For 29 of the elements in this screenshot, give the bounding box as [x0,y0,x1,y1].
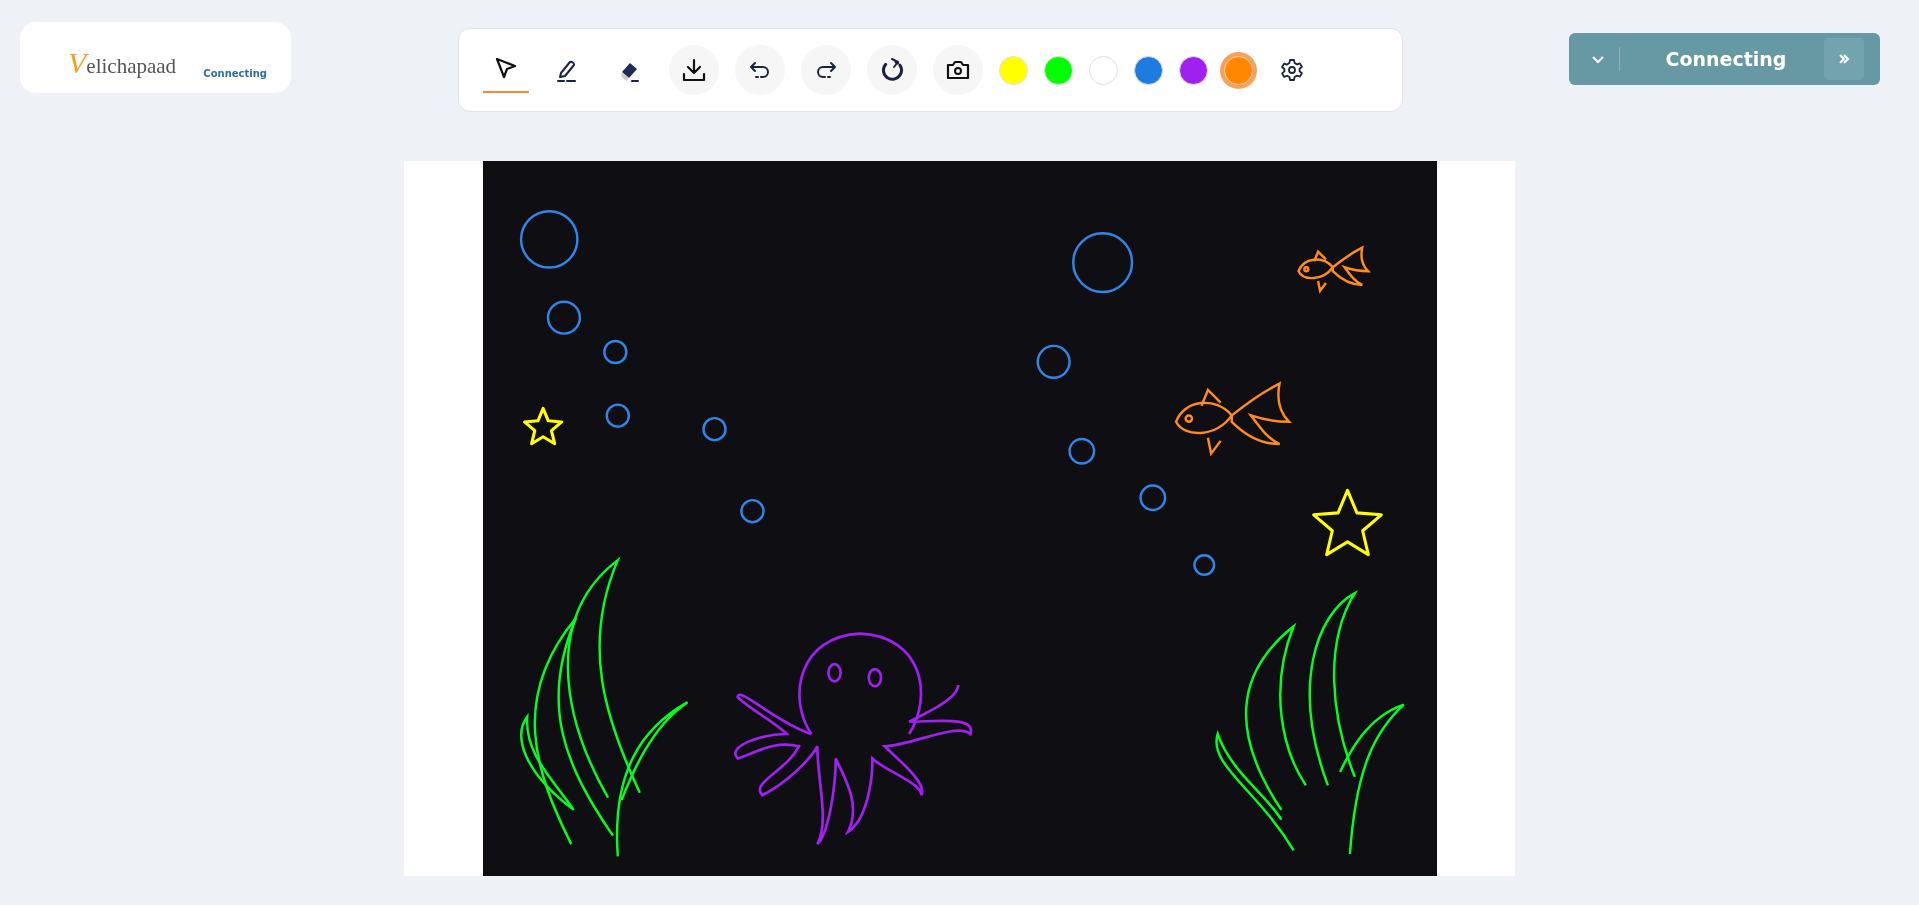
bubble [701,416,727,442]
bubble [605,403,630,428]
bubble [1071,232,1133,294]
bubble [519,209,579,269]
chevron-down-icon [1591,54,1605,65]
bubble [602,339,628,365]
double-chevron-icon [1838,53,1850,65]
color-swatch[interactable] [1088,55,1118,85]
connection-label: Connecting [1664,46,1788,72]
settings-icon [1279,58,1304,82]
bubble [546,300,581,335]
reset-button[interactable] [866,45,917,95]
logo-wordmark: Velichapaad [68,45,177,81]
connection-status: Connecting [203,67,267,81]
bubble [1138,484,1166,512]
color-swatch[interactable] [998,55,1028,85]
color-swatch[interactable] [1043,55,1073,85]
download-button[interactable] [668,45,719,95]
camera-button[interactable] [932,45,983,95]
starfish [1311,488,1383,557]
color-swatch[interactable] [1133,55,1163,85]
bubble [1067,437,1095,465]
starfish [522,406,563,446]
undo-button[interactable] [734,45,785,95]
bubble [739,498,765,524]
color-swatch[interactable] [1178,55,1208,85]
bubble [1192,554,1215,577]
bubble [1036,344,1071,379]
redo-button[interactable] [800,45,851,95]
